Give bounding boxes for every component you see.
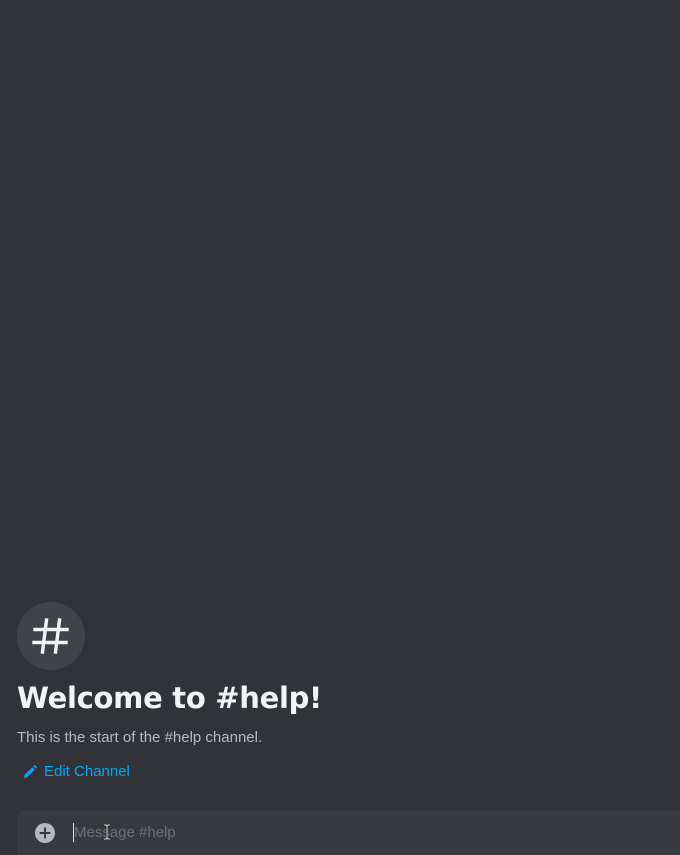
hash-icon (32, 618, 69, 654)
plus-circle-icon (35, 822, 55, 843)
text-caret (73, 823, 74, 842)
welcome-subtitle: This is the start of the #help channel. (17, 729, 263, 746)
chat-main: Welcome to #help! This is the start of t… (0, 0, 680, 855)
message-composer (17, 810, 680, 855)
channel-avatar (17, 602, 85, 670)
pencil-icon (23, 765, 37, 779)
message-list[interactable]: Welcome to #help! This is the start of t… (0, 0, 680, 795)
message-input-wrap (73, 810, 680, 855)
channel-welcome: Welcome to #help! This is the start of t… (17, 602, 657, 784)
edit-channel-button[interactable]: Edit Channel (23, 762, 130, 782)
message-input[interactable] (73, 810, 680, 855)
attach-button[interactable] (17, 810, 73, 855)
edit-channel-label: Edit Channel (44, 763, 130, 780)
welcome-title: Welcome to #help! (17, 681, 322, 715)
